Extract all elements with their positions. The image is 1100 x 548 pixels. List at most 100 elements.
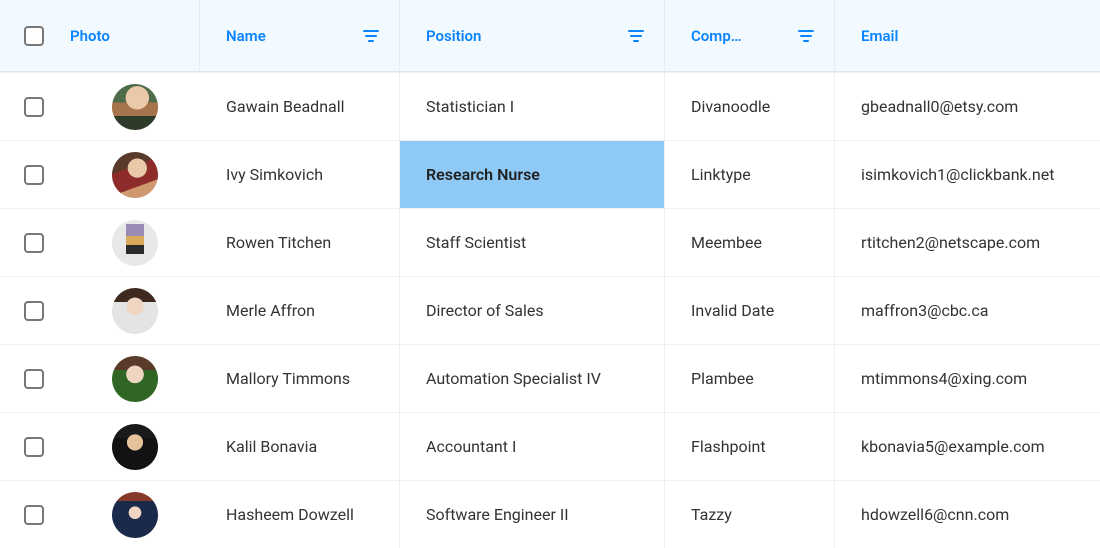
row-checkbox-cell [0,481,70,548]
row-email-cell[interactable]: maffron3@cbc.ca [835,277,1100,344]
table-row[interactable]: Ivy Simkovich Research Nurse Linktype isimk… [0,140,1100,208]
row-email-cell[interactable]: isimkovich1@clickbank.net [835,141,1100,208]
row-name-cell[interactable]: Mallory Timmons [200,345,400,412]
row-checkbox[interactable] [24,301,44,321]
row-company-cell[interactable]: Meembee [665,209,835,276]
row-name: Merle Affron [226,301,315,320]
row-checkbox[interactable] [24,233,44,253]
row-email: isimkovich1@clickbank.net [861,165,1054,184]
header-checkbox-cell [0,0,70,71]
row-checkbox-cell [0,73,70,140]
avatar [112,424,158,470]
row-company: Linktype [691,165,751,184]
row-company: Meembee [691,233,762,252]
row-email: kbonavia5@example.com [861,437,1045,456]
row-position-cell[interactable]: Accountant I [400,413,665,480]
row-name-cell[interactable]: Ivy Simkovich [200,141,400,208]
row-company: Invalid Date [691,301,774,320]
row-name-cell[interactable]: Hasheem Dowzell [200,481,400,548]
row-email: gbeadnall0@etsy.com [861,97,1018,116]
row-position: Accountant I [426,437,516,456]
header-photo-label: Photo [70,27,110,45]
row-position-cell[interactable]: Statistician I [400,73,665,140]
select-all-checkbox[interactable] [24,26,44,46]
header-email-label: Email [861,27,898,45]
header-name[interactable]: Name [200,0,400,71]
header-row: Photo Name Position Comp… Email [0,0,1100,72]
header-company[interactable]: Comp… [665,0,835,71]
header-company-label: Comp… [691,27,742,45]
row-name: Hasheem Dowzell [226,505,354,524]
row-company-cell[interactable]: Invalid Date [665,277,835,344]
row-position-cell[interactable]: Research Nurse [400,141,665,208]
row-checkbox[interactable] [24,505,44,525]
table-row[interactable]: Hasheem Dowzell Software Engineer II Tazzy… [0,480,1100,548]
row-checkbox[interactable] [24,97,44,117]
row-name: Rowen Titchen [226,233,331,252]
row-company-cell[interactable]: Tazzy [665,481,835,548]
row-company: Plambee [691,369,754,388]
row-company: Flashpoint [691,437,766,456]
row-checkbox[interactable] [24,369,44,389]
row-company: Divanoodle [691,97,770,116]
row-checkbox-cell [0,345,70,412]
row-company-cell[interactable]: Linktype [665,141,835,208]
row-position-cell[interactable]: Software Engineer II [400,481,665,548]
row-company-cell[interactable]: Divanoodle [665,73,835,140]
table-row[interactable]: Gawain Beadnall Statistician I Divanoodle g… [0,72,1100,140]
row-photo-cell [70,413,200,480]
row-photo-cell [70,209,200,276]
row-checkbox-cell [0,141,70,208]
row-email-cell[interactable]: mtimmons4@xing.com [835,345,1100,412]
row-photo-cell [70,481,200,548]
header-email[interactable]: Email [835,0,1100,71]
avatar [112,288,158,334]
row-checkbox[interactable] [24,165,44,185]
row-position-cell[interactable]: Automation Specialist IV [400,345,665,412]
row-name: Mallory Timmons [226,369,350,388]
row-email: hdowzell6@cnn.com [861,505,1009,524]
row-company: Tazzy [691,505,732,524]
row-email-cell[interactable]: gbeadnall0@etsy.com [835,73,1100,140]
filter-icon[interactable] [363,30,379,42]
header-position[interactable]: Position [400,0,665,71]
row-name: Kalil Bonavia [226,437,317,456]
row-checkbox-cell [0,277,70,344]
row-position: Staff Scientist [426,233,526,252]
row-name-cell[interactable]: Gawain Beadnall [200,73,400,140]
row-position: Automation Specialist IV [426,369,601,388]
row-name-cell[interactable]: Rowen Titchen [200,209,400,276]
row-position-cell[interactable]: Staff Scientist [400,209,665,276]
data-grid: Photo Name Position Comp… Email Gawain B… [0,0,1100,548]
row-checkbox-cell [0,209,70,276]
row-checkbox[interactable] [24,437,44,457]
row-photo-cell [70,345,200,412]
avatar [112,356,158,402]
row-company-cell[interactable]: Flashpoint [665,413,835,480]
row-name-cell[interactable]: Kalil Bonavia [200,413,400,480]
row-email-cell[interactable]: kbonavia5@example.com [835,413,1100,480]
header-position-label: Position [426,27,481,45]
filter-icon[interactable] [798,30,814,42]
row-photo-cell [70,277,200,344]
filter-icon[interactable] [628,30,644,42]
table-row[interactable]: Kalil Bonavia Accountant I Flashpoint kbona… [0,412,1100,480]
row-checkbox-cell [0,413,70,480]
header-name-label: Name [226,27,266,45]
table-row[interactable]: Mallory Timmons Automation Specialist IV P… [0,344,1100,412]
header-photo[interactable]: Photo [70,0,200,71]
avatar [112,84,158,130]
row-name-cell[interactable]: Merle Affron [200,277,400,344]
row-position: Statistician I [426,97,514,116]
row-company-cell[interactable]: Plambee [665,345,835,412]
row-name: Ivy Simkovich [226,165,323,184]
table-row[interactable]: Merle Affron Director of Sales Invalid Dat… [0,276,1100,344]
avatar [112,220,158,266]
row-name: Gawain Beadnall [226,97,345,116]
row-email-cell[interactable]: hdowzell6@cnn.com [835,481,1100,548]
row-email-cell[interactable]: rtitchen2@netscape.com [835,209,1100,276]
row-position-cell[interactable]: Director of Sales [400,277,665,344]
avatar [112,152,158,198]
row-email: rtitchen2@netscape.com [861,233,1040,252]
table-row[interactable]: Rowen Titchen Staff Scientist Meembee rtitc… [0,208,1100,276]
